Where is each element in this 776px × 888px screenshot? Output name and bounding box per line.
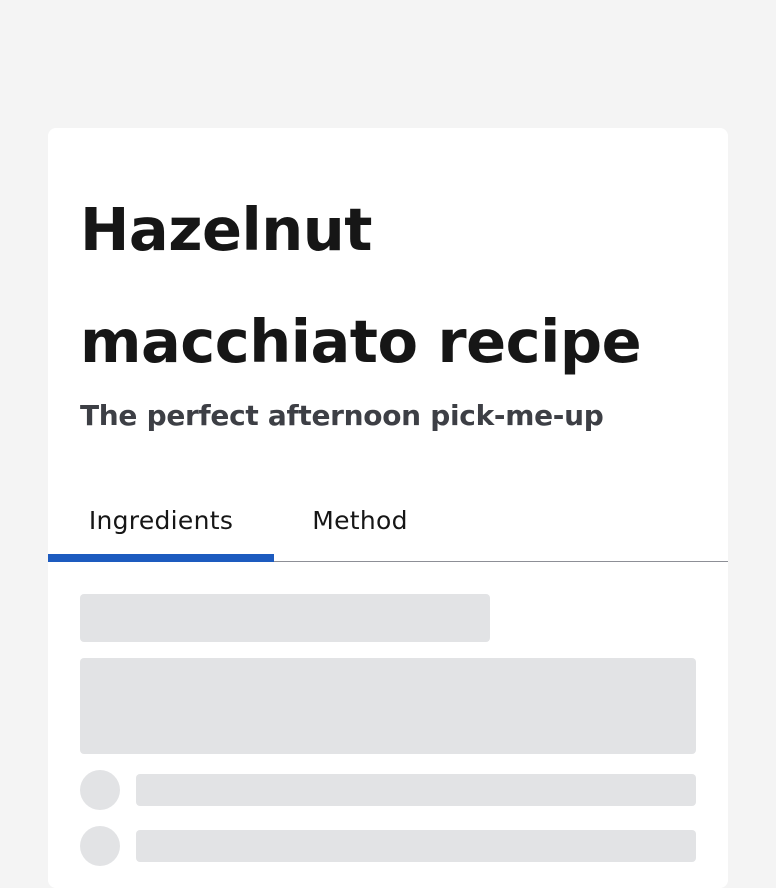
- skeleton-line: [136, 830, 696, 862]
- skeleton-heading: [80, 594, 490, 642]
- skeleton-avatar: [80, 826, 120, 866]
- skeleton-line: [136, 774, 696, 806]
- tab-method[interactable]: Method: [274, 480, 446, 560]
- active-tab-indicator: [48, 554, 274, 562]
- recipe-subtitle: The perfect afternoon pick-me-up: [80, 399, 604, 432]
- skeleton-avatar: [80, 770, 120, 810]
- recipe-tabs: Ingredients Method: [48, 480, 728, 562]
- tab-ingredients[interactable]: Ingredients: [48, 480, 274, 560]
- recipe-title: Hazelnut macchiato recipe: [80, 195, 642, 376]
- recipe-card: Hazelnut macchiato recipe The perfect af…: [48, 128, 728, 888]
- skeleton-block: [80, 658, 696, 754]
